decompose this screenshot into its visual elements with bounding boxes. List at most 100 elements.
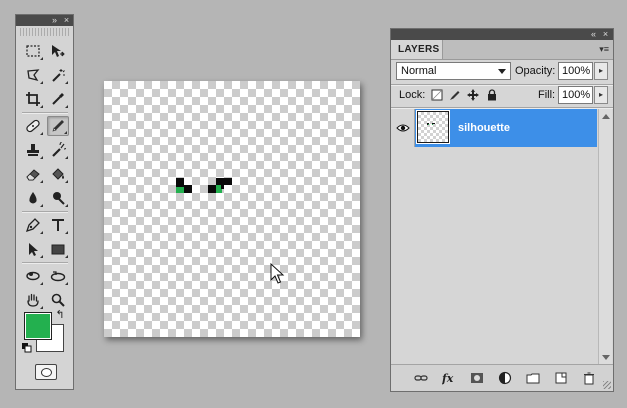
- tab-layers[interactable]: LAYERS: [391, 40, 443, 59]
- paint-bucket-icon: [52, 168, 64, 180]
- crop-tool[interactable]: [22, 89, 44, 109]
- flyout-indicator-icon: [65, 105, 68, 108]
- tools-panel-titlebar[interactable]: » ×: [16, 15, 73, 26]
- 3d-rotate-tool[interactable]: [22, 266, 44, 286]
- flyout-indicator-icon: [65, 156, 68, 159]
- layers-panel: « × LAYERS ▾≡ Normal Opacity: 100% ▸ Loc…: [390, 28, 614, 392]
- collapse-panel-icon[interactable]: «: [588, 29, 599, 40]
- magic-wand-icon: [52, 69, 65, 82]
- tools-divider: [22, 262, 68, 263]
- flyout-indicator-icon: [40, 132, 43, 135]
- layers-scrollbar[interactable]: [598, 109, 612, 365]
- flyout-indicator-icon: [40, 204, 43, 207]
- eye-icon: [395, 124, 410, 132]
- panel-menu-icon[interactable]: ▾≡: [597, 44, 609, 54]
- resize-grip-icon[interactable]: [603, 381, 611, 389]
- magic-wand-tool[interactable]: [47, 65, 69, 85]
- history-brush-tool[interactable]: [47, 140, 69, 160]
- flyout-indicator-icon: [40, 180, 43, 183]
- add-mask-button[interactable]: [469, 370, 485, 386]
- crop-icon: [26, 92, 40, 106]
- 3d-orbit-tool[interactable]: [47, 266, 69, 286]
- fx-icon: fx: [442, 372, 454, 385]
- eyedropper-icon: [52, 93, 64, 105]
- layer-visibility-toggle[interactable]: [391, 109, 415, 147]
- trash-icon: [584, 372, 594, 385]
- flyout-indicator-icon: [40, 231, 43, 234]
- burn-tool[interactable]: [47, 188, 69, 208]
- flyout-indicator-icon: [65, 231, 68, 234]
- lock-image-pixels-icon[interactable]: [449, 89, 461, 101]
- eraser-tool[interactable]: [22, 164, 44, 184]
- fill-slider-button[interactable]: ▸: [594, 86, 608, 104]
- move-tool[interactable]: [47, 41, 69, 61]
- canvas-pixel: [216, 178, 232, 185]
- tools-panel-grip[interactable]: [20, 28, 69, 36]
- layers-divider: [391, 107, 613, 108]
- canvas-pixel: [221, 185, 224, 189]
- blend-mode-dropdown[interactable]: Normal: [396, 62, 511, 80]
- healing-brush-tool[interactable]: [22, 116, 44, 136]
- canvas-pixel: [184, 185, 192, 193]
- collapse-panel-icon[interactable]: »: [49, 15, 60, 26]
- tools-panel: » × ↰: [15, 14, 74, 390]
- opacity-field[interactable]: 100%: [558, 62, 593, 80]
- clone-stamp-tool[interactable]: [22, 140, 44, 160]
- selected-layer-highlight[interactable]: silhouette: [415, 109, 597, 147]
- canvas-pixel: [176, 187, 184, 193]
- adjustment-layer-button[interactable]: [497, 370, 513, 386]
- foreground-color-swatch[interactable]: [24, 312, 52, 340]
- document-canvas[interactable]: [104, 81, 360, 337]
- blur-tool[interactable]: [22, 188, 44, 208]
- link-icon: [414, 375, 428, 381]
- default-colors-icon[interactable]: [22, 343, 32, 353]
- eyedropper-tool[interactable]: [47, 89, 69, 109]
- type-tool[interactable]: [47, 215, 69, 235]
- new-layer-button[interactable]: [553, 370, 569, 386]
- new-group-button[interactable]: [525, 370, 541, 386]
- scroll-down-icon[interactable]: [602, 355, 610, 360]
- pencil-tool[interactable]: [47, 116, 69, 136]
- flyout-indicator-icon: [64, 131, 67, 134]
- paint-bucket-tool[interactable]: [47, 164, 69, 184]
- 3d-orbit-icon: [50, 271, 66, 282]
- flyout-indicator-icon: [40, 306, 43, 309]
- type-icon: [52, 219, 64, 231]
- scroll-up-icon[interactable]: [602, 114, 610, 119]
- path-selection-tool[interactable]: [22, 239, 44, 259]
- tools-divider: [22, 112, 68, 113]
- half-circle-icon: [498, 371, 512, 385]
- lasso-tool[interactable]: [22, 65, 44, 85]
- lock-all-icon[interactable]: [486, 89, 498, 101]
- layers-panel-titlebar[interactable]: « ×: [391, 29, 613, 40]
- fill-field[interactable]: 100%: [558, 86, 593, 104]
- delete-layer-button[interactable]: [581, 370, 597, 386]
- opacity-slider-button[interactable]: ▸: [594, 62, 608, 80]
- quick-mask-button[interactable]: [35, 364, 57, 380]
- rectangular-marquee-tool[interactable]: [22, 41, 44, 61]
- tools-divider: [22, 211, 68, 212]
- flyout-indicator-icon: [65, 282, 68, 285]
- burn-icon: [53, 192, 65, 205]
- layer-style-button[interactable]: fx: [441, 370, 457, 386]
- canvas-pixel: [176, 178, 184, 187]
- pen-tool[interactable]: [22, 215, 44, 235]
- layer-row[interactable]: silhouette: [391, 109, 597, 147]
- swap-colors-icon[interactable]: ↰: [54, 309, 66, 321]
- rectangle-icon: [51, 244, 65, 255]
- hand-tool[interactable]: [22, 290, 44, 310]
- layer-name[interactable]: silhouette: [458, 109, 510, 147]
- lock-transparent-pixels-icon[interactable]: [431, 89, 443, 101]
- stamp-icon: [27, 144, 39, 156]
- zoom-tool[interactable]: [47, 290, 69, 310]
- close-panel-icon[interactable]: ×: [600, 29, 611, 40]
- quick-mask-icon: [40, 367, 52, 377]
- mask-icon: [471, 373, 483, 383]
- opacity-label: Opacity:: [515, 65, 556, 77]
- link-layers-button[interactable]: [413, 370, 429, 386]
- lock-label: Lock:: [399, 89, 426, 101]
- flyout-indicator-icon: [65, 204, 68, 207]
- close-panel-icon[interactable]: ×: [61, 15, 72, 26]
- lock-position-icon[interactable]: [467, 89, 479, 101]
- rectangle-shape-tool[interactable]: [47, 239, 69, 259]
